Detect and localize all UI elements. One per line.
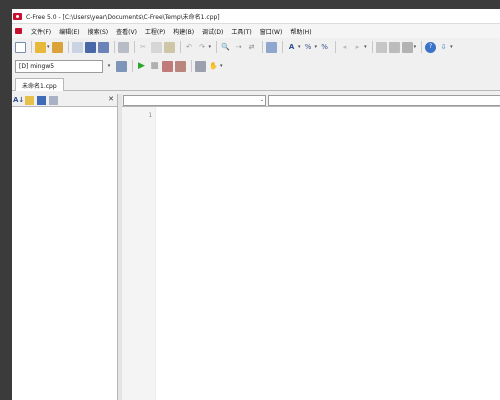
menu-search[interactable]: 搜索(S) — [84, 27, 113, 36]
debug-hand-icon[interactable]: ✋ — [208, 61, 219, 72]
editor-area: ⌄ 1 — [122, 94, 500, 400]
help-dropdown-icon[interactable]: ▾ — [450, 44, 453, 50]
menu-edit[interactable]: 编辑(E) — [55, 27, 83, 36]
menu-window[interactable]: 窗口(W) — [256, 27, 287, 36]
tab-label: 未命名1.cpp — [22, 82, 57, 90]
font-dropdown-icon[interactable]: ▾ — [298, 44, 301, 50]
forward-icon[interactable]: ▸ — [352, 42, 363, 53]
build-toolbar: [D] mingw5 ▾ ▶ ■ ✋ ▾ — [12, 57, 500, 75]
toolbar-separator — [282, 41, 284, 53]
menu-project[interactable]: 工程(P) — [141, 27, 169, 36]
app-logo-icon — [13, 12, 22, 20]
file-tab-strip: 未命名1.cpp — [12, 77, 500, 91]
filter-icon[interactable] — [25, 95, 34, 105]
toolbar-separator — [262, 41, 264, 53]
nav-dropdown-icon[interactable]: ▾ — [364, 44, 367, 50]
build-icon[interactable] — [175, 60, 186, 72]
code-editor[interactable] — [157, 107, 500, 400]
sort-icon[interactable]: A↓ — [13, 96, 24, 105]
project-panel: A↓ ✕ — [12, 94, 118, 400]
undo-icon[interactable]: ↶ — [184, 42, 195, 53]
scope-select[interactable]: ⌄ — [123, 95, 266, 106]
save-icon[interactable] — [84, 41, 96, 53]
menu-debug[interactable]: 调试(D) — [198, 27, 227, 36]
copy-icon[interactable] — [150, 41, 162, 53]
compiler-select[interactable]: [D] mingw5 — [15, 59, 103, 73]
menu-help[interactable]: 帮助(H) — [286, 27, 315, 36]
file-view-icon[interactable] — [49, 95, 58, 105]
back-icon[interactable]: ◂ — [339, 42, 350, 53]
class-view-icon[interactable] — [37, 95, 46, 105]
compile-icon[interactable] — [162, 60, 173, 72]
new-file-icon[interactable] — [15, 41, 26, 53]
bookmark-next-icon[interactable] — [388, 41, 400, 53]
toolbar-separator — [179, 41, 181, 53]
title-bar: C-Free 5.0 - [C:\Users\year\Documents\C-… — [12, 9, 500, 24]
comment-dropdown-icon[interactable]: ▾ — [315, 44, 318, 50]
goto-line-icon[interactable] — [266, 41, 278, 53]
find-next-icon[interactable]: ⇢ — [233, 42, 244, 53]
paste-icon[interactable] — [163, 41, 175, 53]
bookmark-dropdown-icon[interactable]: ▾ — [414, 44, 417, 50]
window-title: C-Free 5.0 - [C:\Users\year\Documents\C-… — [26, 13, 220, 21]
font-icon[interactable]: A — [286, 42, 297, 53]
toolbar-separator — [216, 41, 218, 53]
toolbar-separator — [31, 41, 32, 53]
toolbar-separator — [67, 41, 69, 53]
toolbar-separator — [113, 41, 115, 53]
redo-icon[interactable]: ↷ — [197, 42, 208, 53]
open-dropdown-icon[interactable]: ▾ — [47, 44, 50, 50]
redo-dropdown-icon[interactable]: ▾ — [209, 44, 212, 50]
editor-nav-bar: ⌄ — [122, 94, 500, 107]
cut-icon[interactable]: ✂ — [138, 42, 149, 53]
symbol-select[interactable] — [268, 95, 500, 106]
copy-file-icon[interactable] — [71, 41, 83, 53]
c-free-window: C-Free 5.0 - [C:\Users\year\Documents\C-… — [12, 9, 500, 400]
run-icon[interactable]: ▶ — [136, 61, 147, 72]
toolbar-separator — [421, 41, 423, 53]
menu-tools[interactable]: 工具(T) — [227, 27, 255, 36]
find-icon[interactable]: 🔍 — [220, 42, 231, 53]
line-number: 1 — [148, 112, 152, 119]
print-icon[interactable] — [117, 41, 129, 53]
menu-build[interactable]: 构建(B) — [169, 27, 198, 36]
open-recent-icon[interactable] — [51, 41, 63, 53]
uncomment-icon[interactable]: % — [319, 42, 330, 53]
info-icon[interactable]: ⇩ — [438, 42, 449, 53]
comment-icon[interactable]: % — [303, 42, 314, 53]
replace-icon[interactable]: ⇄ — [246, 42, 257, 53]
document-menu-icon[interactable] — [15, 28, 22, 34]
toolbar-separator — [191, 60, 192, 72]
toolbar-separator — [132, 60, 133, 72]
chevron-down-icon[interactable]: ⌄ — [260, 97, 264, 103]
toolbar-separator — [371, 41, 373, 53]
bookmark-toggle-icon[interactable] — [375, 41, 387, 53]
bookmark-list-icon[interactable] — [401, 41, 413, 53]
compiler-dropdown-icon[interactable]: ▾ — [105, 60, 113, 73]
close-panel-icon[interactable]: ✕ — [108, 95, 114, 103]
menu-view[interactable]: 查看(V) — [112, 27, 141, 36]
compiler-settings-icon[interactable] — [116, 60, 127, 72]
project-panel-header: A↓ ✕ — [12, 94, 117, 107]
open-folder-icon[interactable] — [35, 41, 46, 53]
stop-icon[interactable]: ■ — [149, 61, 160, 72]
toolbar-separator — [335, 41, 337, 53]
menu-file[interactable]: 文件(F) — [27, 27, 55, 36]
tab-untitled-file[interactable]: 未命名1.cpp — [15, 78, 64, 91]
help-icon[interactable]: ? — [425, 41, 437, 53]
line-number-gutter: 1 — [122, 107, 156, 400]
main-toolbar: ▾ ✂ ↶ ↷ ▾ 🔍 ⇢ ⇄ A ▾ % ▾ % ◂ ▸ ▾ ▾ ? ⇩ ▾ — [12, 39, 500, 55]
toolbar-separator — [133, 41, 135, 53]
menu-bar: 文件(F) 编辑(E) 搜索(S) 查看(V) 工程(P) 构建(B) 调试(D… — [12, 24, 500, 38]
debug-dropdown-icon[interactable]: ▾ — [220, 63, 223, 69]
debug-icon[interactable] — [195, 60, 206, 72]
save-all-icon[interactable] — [97, 41, 109, 53]
